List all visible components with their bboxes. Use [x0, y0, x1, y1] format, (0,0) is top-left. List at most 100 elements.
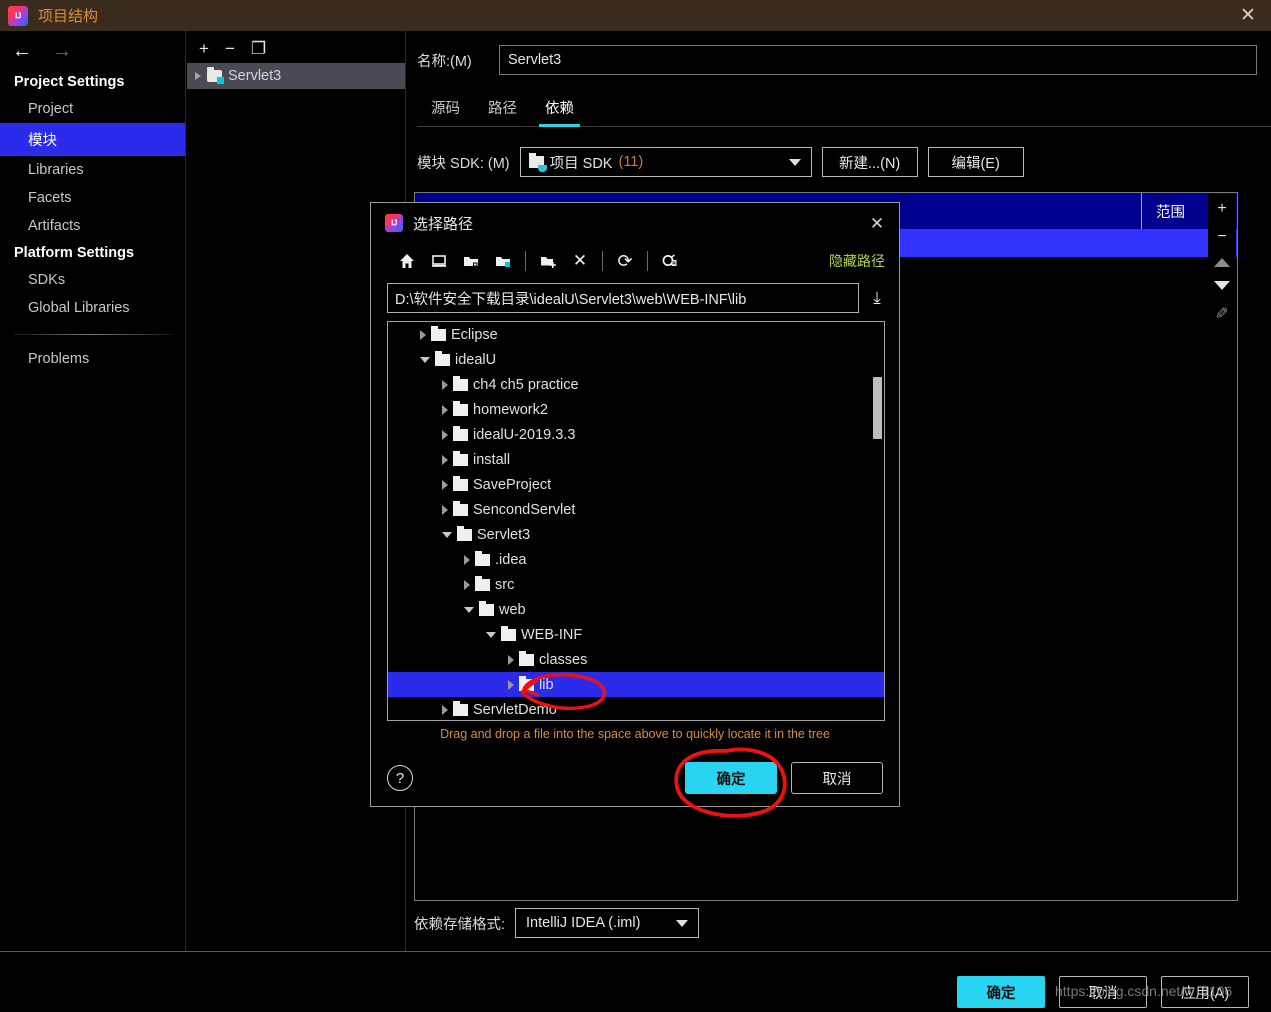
- chevron-down-icon[interactable]: [676, 919, 689, 927]
- tab-sources[interactable]: 源码: [417, 93, 474, 126]
- dialog-help-button[interactable]: ?: [387, 765, 413, 791]
- chevron-down-icon[interactable]: [788, 158, 801, 166]
- file-tree[interactable]: Eclipse idealU ch4 ch5 practice homework2 id…: [387, 321, 885, 721]
- refresh-icon[interactable]: ⟳: [609, 248, 641, 274]
- collapse-triangle-icon[interactable]: [464, 606, 474, 613]
- tree-node-lib[interactable]: lib: [388, 672, 884, 697]
- tree-node-label: idealU: [455, 351, 497, 368]
- drag-drop-hint: Drag and drop a file into the space abov…: [440, 727, 830, 741]
- sidebar-item-modules[interactable]: 模块: [0, 123, 185, 156]
- desktop-icon[interactable]: [423, 248, 455, 274]
- module-name-input[interactable]: [499, 45, 1257, 75]
- expand-triangle-icon[interactable]: [442, 704, 448, 715]
- tree-node-ch4-ch5-practice[interactable]: ch4 ch5 practice: [388, 372, 884, 397]
- expand-triangle-icon[interactable]: [442, 404, 448, 415]
- tree-node-saveproject[interactable]: SaveProject: [388, 472, 884, 497]
- hide-path-link[interactable]: 隐藏路径: [829, 251, 885, 271]
- tree-node-classes[interactable]: classes: [388, 647, 884, 672]
- add-module-icon[interactable]: +: [199, 40, 209, 57]
- tree-node-servletdemo[interactable]: ServletDemo: [388, 697, 884, 720]
- dependencies-side-toolbar: + − ✎: [1208, 194, 1236, 899]
- tree-node-eclipse[interactable]: Eclipse: [388, 322, 884, 347]
- tree-node-label: .idea: [495, 551, 527, 568]
- collapse-triangle-icon[interactable]: [420, 356, 430, 363]
- dialog-close-button[interactable]: ✕: [863, 211, 891, 237]
- cancel-button[interactable]: 取消: [1059, 976, 1147, 1008]
- tree-node-src[interactable]: src: [388, 572, 884, 597]
- expand-triangle-icon[interactable]: [195, 72, 201, 80]
- tree-node-label: homework2: [473, 401, 548, 418]
- download-path-icon[interactable]: ⤓: [867, 288, 887, 308]
- folder-icon: [453, 475, 468, 491]
- tree-scrollbar[interactable]: [873, 377, 882, 439]
- tree-node-install[interactable]: install: [388, 447, 884, 472]
- sidebar-item-libraries[interactable]: Libraries: [0, 156, 185, 184]
- tree-node-servlet3[interactable]: Servlet3: [388, 522, 884, 547]
- copy-module-icon[interactable]: ❐: [251, 40, 266, 57]
- toolbar-divider: [647, 251, 648, 271]
- window-titlebar: 项目结构 ✕: [0, 0, 1271, 31]
- dialog-cancel-button[interactable]: 取消: [791, 762, 883, 794]
- expand-triangle-icon[interactable]: [508, 679, 514, 690]
- dialog-ok-button[interactable]: 确定: [685, 762, 777, 794]
- sidebar-item-project[interactable]: Project: [0, 95, 185, 123]
- tree-node-web-inf[interactable]: WEB-INF: [388, 622, 884, 647]
- edit-dependency-icon[interactable]: ✎: [1215, 304, 1228, 324]
- sidebar-group-project-settings: Project Settings: [14, 74, 125, 90]
- new-folder-icon[interactable]: [532, 248, 564, 274]
- nav-forward-icon[interactable]: →: [52, 41, 72, 61]
- tree-node-idealu-2019-3-3[interactable]: idealU-2019.3.3: [388, 422, 884, 447]
- new-sdk-button[interactable]: 新建...(N): [821, 147, 918, 177]
- sidebar-item-facets[interactable]: Facets: [0, 184, 185, 212]
- expand-triangle-icon[interactable]: [442, 429, 448, 440]
- module-folder-icon[interactable]: [487, 248, 519, 274]
- expand-triangle-icon[interactable]: [420, 329, 426, 340]
- toolbar-divider: [602, 251, 603, 271]
- window-close-button[interactable]: ✕: [1225, 0, 1271, 31]
- tree-node--idea[interactable]: .idea: [388, 547, 884, 572]
- name-label: 名称:(M): [417, 53, 472, 70]
- sidebar-item-global-libraries[interactable]: Global Libraries: [0, 294, 185, 322]
- delete-icon[interactable]: ✕: [564, 248, 596, 274]
- module-sdk-select[interactable]: 项目 SDK (11): [519, 147, 812, 177]
- add-dependency-icon[interactable]: +: [1217, 201, 1226, 217]
- remove-dependency-icon[interactable]: −: [1217, 229, 1226, 245]
- project-folder-icon[interactable]: [455, 248, 487, 274]
- collapse-triangle-icon[interactable]: [442, 531, 452, 538]
- tree-node-web[interactable]: web: [388, 597, 884, 622]
- expand-triangle-icon[interactable]: [442, 454, 448, 465]
- storage-format-select[interactable]: IntelliJ IDEA (.iml): [515, 908, 700, 938]
- sidebar-item-problems[interactable]: Problems: [0, 345, 185, 373]
- expand-triangle-icon[interactable]: [508, 654, 514, 665]
- tree-node-homework2[interactable]: homework2: [388, 397, 884, 422]
- module-name-label: Servlet3: [228, 68, 282, 84]
- expand-triangle-icon[interactable]: [464, 554, 470, 565]
- ok-button[interactable]: 确定: [957, 976, 1045, 1008]
- sidebar-item-sdks[interactable]: SDKs: [0, 266, 185, 294]
- move-down-icon[interactable]: [1214, 281, 1230, 290]
- sdk-folder-icon: [528, 153, 547, 172]
- expand-triangle-icon[interactable]: [442, 479, 448, 490]
- expand-triangle-icon[interactable]: [442, 504, 448, 515]
- show-hidden-files-icon[interactable]: [654, 248, 686, 274]
- tree-node-idealu[interactable]: idealU: [388, 347, 884, 372]
- nav-back-icon[interactable]: ←: [12, 41, 32, 61]
- tab-paths[interactable]: 路径: [474, 93, 531, 126]
- tab-dependencies[interactable]: 依赖: [531, 93, 588, 127]
- tree-node-sencondservlet[interactable]: SencondServlet: [388, 497, 884, 522]
- tree-node-label: src: [495, 576, 515, 593]
- apply-button[interactable]: 应用(A): [1161, 976, 1249, 1008]
- project-structure-window: 项目结构 ✕ ← → Project Settings Project 模块 L…: [0, 0, 1271, 1012]
- remove-module-icon[interactable]: −: [225, 40, 235, 57]
- module-list-item-servlet3[interactable]: Servlet3: [187, 63, 405, 89]
- collapse-triangle-icon[interactable]: [486, 631, 496, 638]
- sidebar-item-artifacts[interactable]: Artifacts: [0, 212, 185, 240]
- window-action-buttons: 确定 取消 应用(A): [957, 976, 1249, 1008]
- path-input[interactable]: [387, 283, 859, 313]
- expand-triangle-icon[interactable]: [442, 379, 448, 390]
- intellij-logo-icon: [385, 214, 403, 232]
- expand-triangle-icon[interactable]: [464, 579, 470, 590]
- home-icon[interactable]: [391, 248, 423, 274]
- move-up-icon[interactable]: [1214, 258, 1230, 267]
- edit-sdk-button[interactable]: 编辑(E): [927, 147, 1024, 177]
